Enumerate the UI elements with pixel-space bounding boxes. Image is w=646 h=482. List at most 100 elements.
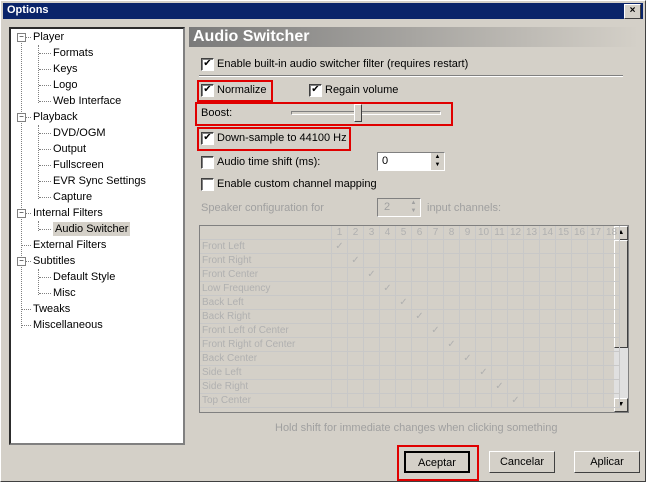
grid-cell[interactable] (380, 268, 396, 282)
grid-cell[interactable] (348, 268, 364, 282)
grid-cell[interactable]: ✓ (476, 366, 492, 380)
grid-cell[interactable] (380, 366, 396, 380)
enable-filter-checkbox[interactable]: ✔ (201, 58, 214, 71)
grid-cell[interactable] (396, 394, 412, 408)
grid-cell[interactable] (588, 394, 604, 408)
spin-up-icon[interactable]: ▲ (407, 199, 420, 207)
grid-cell[interactable] (588, 324, 604, 338)
grid-cell[interactable] (460, 310, 476, 324)
grid-cell[interactable] (412, 324, 428, 338)
grid-cell[interactable] (380, 338, 396, 352)
grid-cell[interactable] (556, 366, 572, 380)
grid-cell[interactable] (524, 324, 540, 338)
grid-cell[interactable] (524, 394, 540, 408)
grid-cell[interactable] (412, 254, 428, 268)
grid-cell[interactable] (332, 268, 348, 282)
grid-cell[interactable] (412, 352, 428, 366)
grid-cell[interactable] (572, 394, 588, 408)
grid-cell[interactable] (444, 352, 460, 366)
grid-cell[interactable]: ✓ (492, 380, 508, 394)
grid-cell[interactable] (556, 310, 572, 324)
grid-cell[interactable] (348, 338, 364, 352)
tree-item-default-style[interactable]: Default Style (53, 270, 115, 284)
grid-cell[interactable] (556, 254, 572, 268)
grid-cell[interactable] (572, 380, 588, 394)
grid-cell[interactable] (444, 366, 460, 380)
grid-cell[interactable] (524, 240, 540, 254)
grid-cell[interactable] (588, 380, 604, 394)
tree-item-misc[interactable]: Misc (53, 286, 76, 300)
grid-cell[interactable] (572, 338, 588, 352)
regain-volume-checkbox[interactable]: ✔ (309, 84, 322, 97)
grid-cell[interactable] (332, 366, 348, 380)
grid-cell[interactable] (412, 338, 428, 352)
grid-cell[interactable] (332, 394, 348, 408)
grid-cell[interactable] (364, 380, 380, 394)
grid-cell[interactable] (332, 254, 348, 268)
grid-cell[interactable] (412, 394, 428, 408)
grid-cell[interactable] (524, 352, 540, 366)
grid-cell[interactable] (572, 366, 588, 380)
grid-cell[interactable] (476, 310, 492, 324)
grid-cell[interactable]: ✓ (396, 296, 412, 310)
grid-cell[interactable] (540, 310, 556, 324)
grid-cell[interactable] (476, 338, 492, 352)
grid-cell[interactable] (492, 324, 508, 338)
grid-cell[interactable] (572, 240, 588, 254)
tree-item-internal-filters[interactable]: Internal Filters (33, 206, 103, 220)
input-channels-spin-buttons[interactable]: ▲ ▼ (407, 199, 420, 216)
grid-cell[interactable] (492, 254, 508, 268)
grid-cell[interactable] (348, 394, 364, 408)
grid-cell[interactable] (540, 324, 556, 338)
tree-item-web-interface[interactable]: Web Interface (53, 94, 121, 108)
grid-cell[interactable] (540, 380, 556, 394)
grid-cell[interactable] (508, 268, 524, 282)
grid-cell[interactable] (412, 366, 428, 380)
grid-cell[interactable] (508, 254, 524, 268)
grid-cell[interactable] (364, 296, 380, 310)
grid-cell[interactable] (444, 240, 460, 254)
grid-cell[interactable] (540, 338, 556, 352)
grid-cell[interactable] (540, 240, 556, 254)
grid-cell[interactable] (332, 352, 348, 366)
grid-cell[interactable] (332, 282, 348, 296)
grid-cell[interactable] (476, 282, 492, 296)
grid-cell[interactable] (428, 310, 444, 324)
grid-cell[interactable]: ✓ (460, 352, 476, 366)
grid-cell[interactable] (588, 338, 604, 352)
grid-cell[interactable] (444, 380, 460, 394)
grid-cell[interactable] (588, 352, 604, 366)
tree-item-playback[interactable]: Playback (33, 110, 78, 124)
normalize-checkbox[interactable]: ✔ (201, 84, 214, 97)
grid-cell[interactable] (380, 380, 396, 394)
grid-cell[interactable] (348, 324, 364, 338)
grid-cell[interactable] (588, 310, 604, 324)
grid-cell[interactable] (524, 310, 540, 324)
tree-item-subtitles[interactable]: Subtitles (33, 254, 75, 268)
grid-cell[interactable] (364, 366, 380, 380)
grid-cell[interactable] (572, 282, 588, 296)
grid-cell[interactable] (524, 296, 540, 310)
grid-cell[interactable] (492, 310, 508, 324)
grid-cell[interactable] (380, 296, 396, 310)
grid-cell[interactable] (492, 282, 508, 296)
grid-cell[interactable] (508, 310, 524, 324)
grid-cell[interactable] (508, 380, 524, 394)
grid-cell[interactable] (492, 240, 508, 254)
grid-cell[interactable] (348, 296, 364, 310)
grid-cell[interactable] (460, 240, 476, 254)
grid-cell[interactable] (588, 282, 604, 296)
grid-cell[interactable]: ✓ (412, 310, 428, 324)
cancel-button[interactable]: Cancelar (489, 451, 555, 473)
input-channels-spinner[interactable]: 2 ▲ ▼ (377, 198, 421, 217)
grid-cell[interactable] (460, 282, 476, 296)
collapse-icon[interactable]: − (17, 33, 26, 42)
grid-cell[interactable] (604, 338, 620, 352)
grid-cell[interactable] (540, 394, 556, 408)
grid-cell[interactable] (348, 240, 364, 254)
grid-cell[interactable] (556, 338, 572, 352)
custom-mapping-checkbox[interactable] (201, 178, 214, 191)
grid-cell[interactable] (396, 282, 412, 296)
grid-cell[interactable] (460, 338, 476, 352)
grid-cell[interactable] (604, 254, 620, 268)
